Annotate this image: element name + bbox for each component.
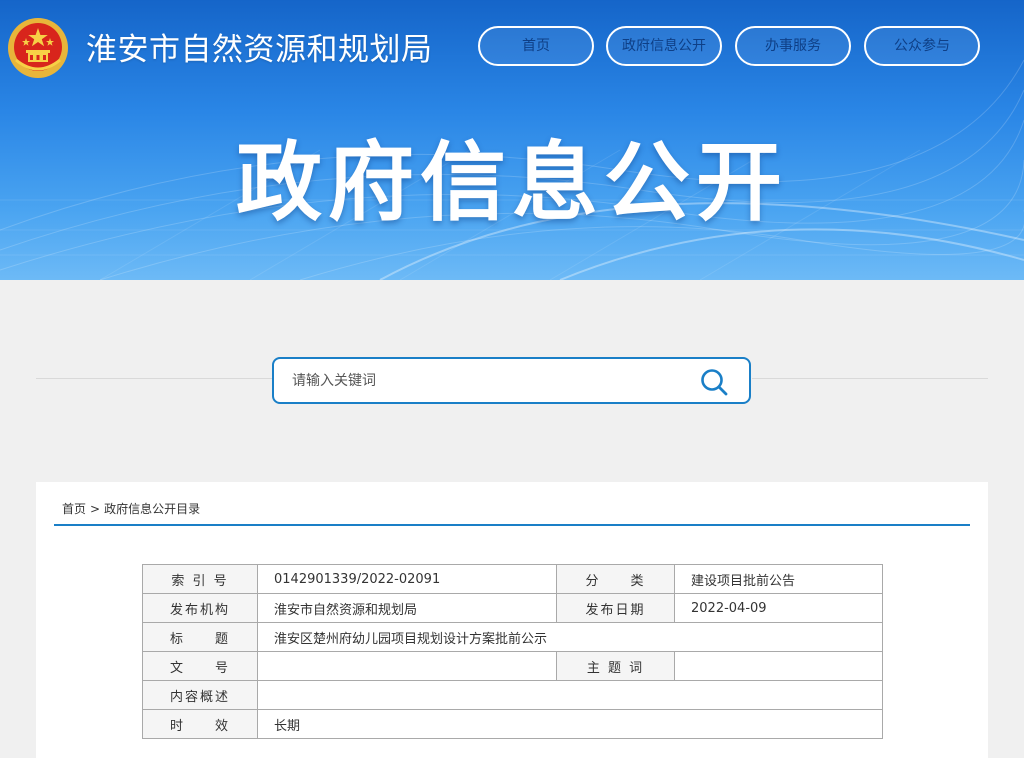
doc-no-label: 文 号 bbox=[142, 651, 258, 681]
nav-gov-info-button[interactable]: 政府信息公开 bbox=[606, 26, 722, 66]
keywords-label: 主 题 词 bbox=[556, 651, 675, 681]
doc-no-value bbox=[257, 651, 557, 681]
summary-value bbox=[257, 680, 883, 710]
validity-value: 长期 bbox=[257, 709, 883, 739]
nav-public-participation-button[interactable]: 公众参与 bbox=[864, 26, 980, 66]
keywords-value bbox=[674, 651, 883, 681]
breadcrumb-underline bbox=[54, 524, 970, 526]
search-icon[interactable] bbox=[699, 367, 729, 397]
category-label: 分 类 bbox=[556, 564, 675, 594]
publisher-value: 淮安市自然资源和规划局 bbox=[257, 593, 557, 623]
publisher-label: 发布机构 bbox=[142, 593, 258, 623]
table-row: 发布机构 淮安市自然资源和规划局 发布日期 2022-04-09 bbox=[142, 593, 883, 623]
table-row: 标 题 淮安区楚州府幼儿园项目规划设计方案批前公示 bbox=[142, 622, 883, 652]
main-content: 首页 >政府信息公开目录 索 引 号 0142901339/2022-02091 … bbox=[0, 280, 1024, 758]
hero-title: 政府信息公开 bbox=[236, 133, 788, 233]
category-value: 建设项目批前公告 bbox=[674, 564, 883, 594]
date-label: 发布日期 bbox=[556, 593, 675, 623]
search-box bbox=[272, 357, 751, 404]
nav-home-button[interactable]: 首页 bbox=[478, 26, 594, 66]
site-title: 淮安市自然资源和规划局 bbox=[86, 32, 433, 68]
table-row: 内容概述 bbox=[142, 680, 883, 710]
info-table: 索 引 号 0142901339/2022-02091 分 类 建设项目批前公告… bbox=[142, 564, 883, 739]
breadcrumb-separator: > bbox=[90, 502, 101, 516]
breadcrumb-home-link[interactable]: 首页 bbox=[62, 502, 86, 516]
content-card: 首页 > 政府信息公开目录 索 引 号 0142901339/2022-02091 … bbox=[36, 482, 988, 758]
validity-label: 时 效 bbox=[142, 709, 258, 739]
index-value: 0142901339/2022-02091 bbox=[257, 564, 557, 594]
search-divider-left bbox=[36, 378, 272, 379]
table-row: 时 效 长期 bbox=[142, 709, 883, 739]
header-banner: 淮安市自然资源和规划局 首页 政府信息公开 办事服务 公众参与 政府信息公开 bbox=[0, 0, 1024, 280]
index-label: 索 引 号 bbox=[142, 564, 258, 594]
title-value: 淮安区楚州府幼儿园项目规划设计方案批前公示 bbox=[257, 622, 883, 652]
title-label: 标 题 bbox=[142, 622, 258, 652]
breadcrumb-current-link[interactable]: 政府信息公开目录 bbox=[104, 502, 200, 516]
date-value: 2022-04-09 bbox=[674, 593, 883, 623]
search-divider-right bbox=[752, 378, 988, 379]
table-row: 文 号 主 题 词 bbox=[142, 651, 883, 681]
search-input[interactable] bbox=[292, 367, 672, 395]
breadcrumb: 首页 > 政府信息公开目录 bbox=[62, 500, 200, 517]
table-row: 索 引 号 0142901339/2022-02091 分 类 建设项目批前公告 bbox=[142, 564, 883, 594]
summary-label: 内容概述 bbox=[142, 680, 258, 710]
national-emblem-icon bbox=[8, 18, 68, 78]
nav-services-button[interactable]: 办事服务 bbox=[735, 26, 851, 66]
